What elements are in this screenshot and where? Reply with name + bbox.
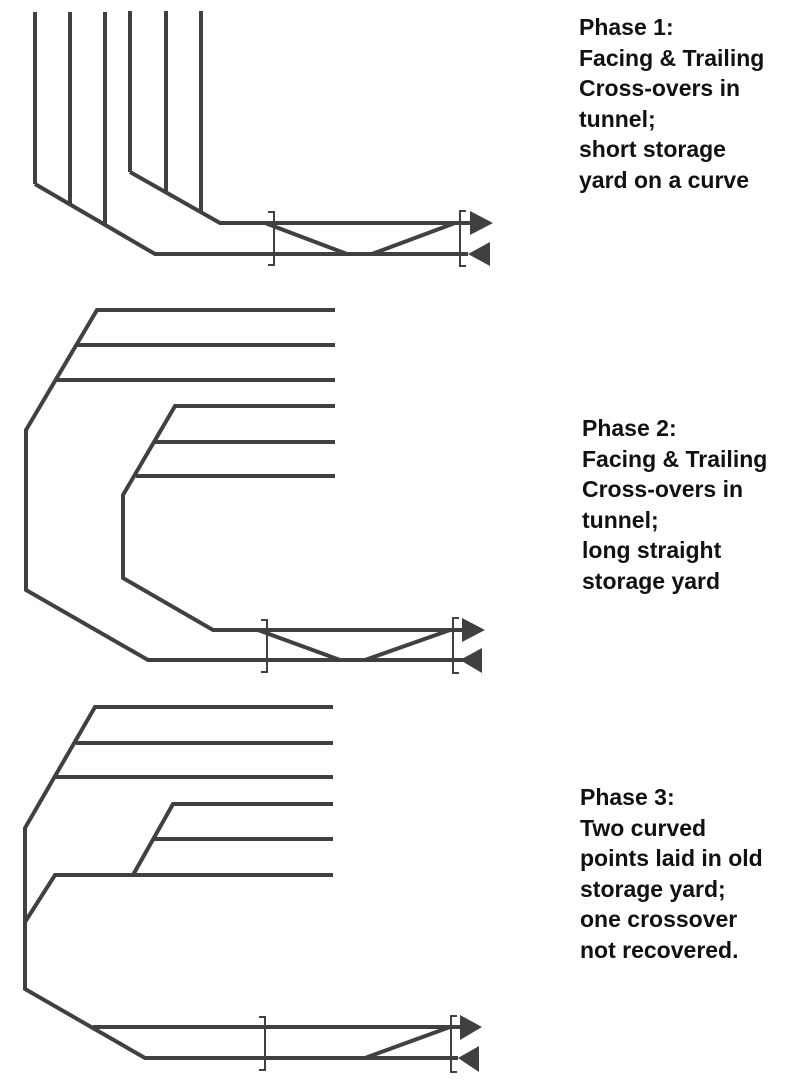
phase-1-left-arrow-icon (468, 242, 490, 266)
phase-1-caption-line: Facing & Trailing (579, 44, 765, 71)
phase-1-caption-heading: Phase 1: (579, 14, 674, 40)
phase-2-inner-siding-1 (121, 404, 470, 632)
phase-1-caption: Phase 1: Facing & Trailing Cross-overs i… (579, 12, 764, 195)
phase-3-left-arrow-icon (458, 1046, 479, 1072)
phase-3-portal-bracket-right (450, 1015, 457, 1073)
phase-1-layout (33, 11, 493, 267)
phase-3-trailing-crossover (364, 1025, 451, 1060)
phase-2-portal-bracket-left (261, 619, 268, 673)
phase-3-caption-line: one crossover (580, 906, 738, 932)
phase-2-layout (24, 308, 485, 674)
phase-1-caption-line: tunnel; (579, 105, 656, 132)
phase-3-layout (23, 705, 482, 1073)
phase-2-caption-line: Cross-overs in (582, 476, 744, 502)
phase-1-right-arrow-icon (470, 211, 493, 235)
phase-2-left-arrow-icon (460, 648, 482, 673)
phase-3-caption-heading: Phase 3: (580, 784, 675, 810)
phase-3-caption-line: points laid in old (580, 845, 763, 871)
phase-3-caption-line: Two curved (580, 814, 707, 841)
phase-1-portal-bracket-left (268, 211, 275, 266)
phase-2-right-arrow-icon (462, 618, 485, 642)
phase-1-portal-bracket-right (459, 210, 466, 267)
phase-3-caption-line: not recovered. (580, 936, 739, 963)
phase-3-right-arrow-icon (460, 1015, 482, 1040)
phase-3-curved-points-branch (23, 873, 333, 924)
phase-2-caption-line: long straight (582, 537, 722, 563)
phase-1-caption-line: short storage (579, 136, 726, 162)
phase-2-caption-line: tunnel; (582, 506, 659, 533)
phase-2-trailing-crossover (364, 628, 451, 662)
phase-1-trailing-crossover (371, 221, 456, 256)
phase-2-caption: Phase 2: Facing & Trailing Cross-overs i… (582, 413, 767, 596)
phase-1-up-line (129, 170, 472, 225)
phase-3-caption: Phase 3: Two curved points laid in old s… (580, 782, 763, 965)
phase-2-caption-line: storage yard (582, 567, 721, 594)
phase-2-portal-bracket-right (452, 617, 459, 674)
phase-2-outer-siding-1 (24, 308, 465, 662)
phase-1-facing-crossover (264, 221, 348, 256)
phase-2-caption-line: Facing & Trailing (582, 445, 768, 472)
phase-2-caption-heading: Phase 2: (582, 415, 677, 441)
phase-1-caption-line: Cross-overs in (579, 75, 741, 101)
phase-3-portal-bracket-left (259, 1016, 266, 1071)
phase-2-facing-crossover (257, 628, 341, 662)
phase-3-caption-line: storage yard; (580, 875, 726, 902)
phase-1-caption-line: yard on a curve (579, 166, 750, 193)
phase-3-outer-siding-1 (23, 705, 458, 1060)
